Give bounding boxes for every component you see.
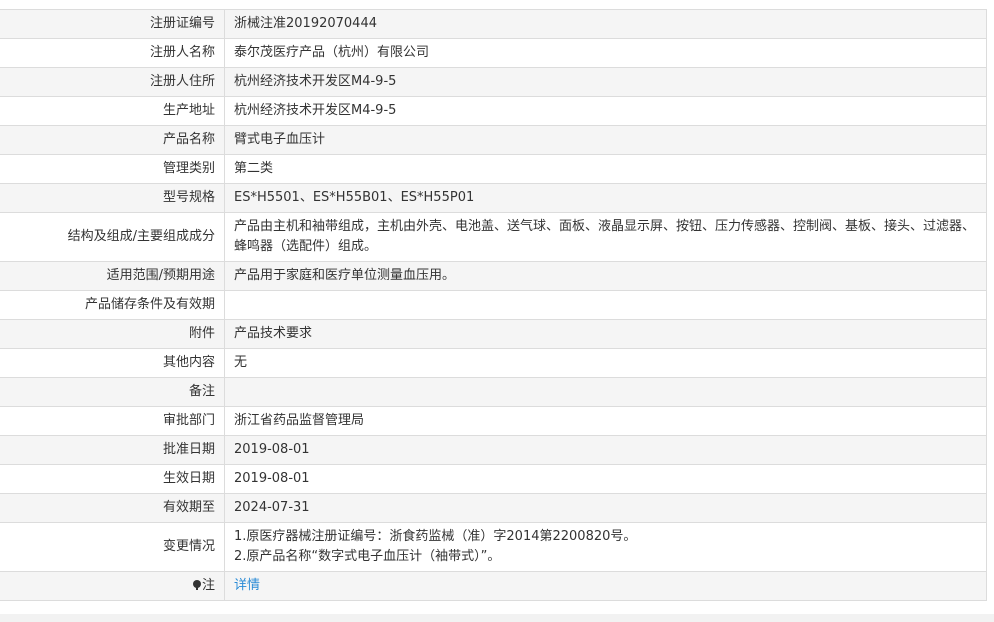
table-row: 有效期至 2024-07-31	[0, 493, 987, 523]
row-label: 注册人住所	[0, 67, 225, 97]
row-value: 产品由主机和袖带组成，主机由外壳、电池盖、送气球、面板、液晶显示屏、按钮、压力传…	[224, 212, 987, 262]
table-row: 结构及组成/主要组成成分 产品由主机和袖带组成，主机由外壳、电池盖、送气球、面板…	[0, 212, 987, 262]
row-label: 产品储存条件及有效期	[0, 290, 225, 320]
row-label: 附件	[0, 319, 225, 349]
page: 注册证编号 浙械注准20192070444 注册人名称 泰尔茂医疗产品（杭州）有…	[0, 0, 994, 622]
row-label: 型号规格	[0, 183, 225, 213]
table-row: 产品储存条件及有效期	[0, 290, 987, 320]
row-label: 其他内容	[0, 348, 225, 378]
details-link[interactable]: 详情	[234, 578, 260, 593]
row-value: ES*H5501、ES*H55B01、ES*H55P01	[224, 183, 987, 213]
table-row: 适用范围/预期用途 产品用于家庭和医疗单位测量血压用。	[0, 261, 987, 291]
row-label: 管理类别	[0, 154, 225, 184]
row-value	[224, 290, 987, 320]
row-label: 生产地址	[0, 96, 225, 126]
row-label: 有效期至	[0, 493, 225, 523]
table-row: 附件 产品技术要求	[0, 319, 987, 349]
table-row: 审批部门 浙江省药品监督管理局	[0, 406, 987, 436]
row-value	[224, 377, 987, 407]
table-row: 其他内容 无	[0, 348, 987, 378]
row-value: 浙江省药品监督管理局	[224, 406, 987, 436]
note-label: 注	[201, 578, 215, 593]
row-label: 产品名称	[0, 125, 225, 155]
table-row: 注册人住所 杭州经济技术开发区M4-9-5	[0, 67, 987, 97]
row-value: 产品用于家庭和医疗单位测量血压用。	[224, 261, 987, 291]
change-line-2: 2.原产品名称“数字式电子血压计（袖带式）”。	[234, 549, 501, 564]
row-value: 浙械注准20192070444	[224, 9, 987, 39]
row-value: 1.原医疗器械注册证编号：浙食药监械（准）字2014第2200820号。 2.原…	[224, 522, 987, 572]
change-line-1: 1.原医疗器械注册证编号：浙食药监械（准）字2014第2200820号。	[234, 529, 637, 544]
row-label: 适用范围/预期用途	[0, 261, 225, 291]
row-value: 2019-08-01	[224, 435, 987, 465]
table-row: 管理类别 第二类	[0, 154, 987, 184]
row-label: 注册证编号	[0, 9, 225, 39]
row-label: 审批部门	[0, 406, 225, 436]
row-value: 杭州经济技术开发区M4-9-5	[224, 67, 987, 97]
row-value: 2024-07-31	[224, 493, 987, 523]
row-label: 注	[0, 571, 225, 601]
bottom-divider	[0, 614, 994, 622]
table-row: 注册人名称 泰尔茂医疗产品（杭州）有限公司	[0, 38, 987, 68]
table-row: 注 详情	[0, 571, 987, 601]
table-row: 生效日期 2019-08-01	[0, 464, 987, 494]
row-value: 杭州经济技术开发区M4-9-5	[224, 96, 987, 126]
row-label: 生效日期	[0, 464, 225, 494]
table-row: 生产地址 杭州经济技术开发区M4-9-5	[0, 96, 987, 126]
table-row: 型号规格 ES*H5501、ES*H55B01、ES*H55P01	[0, 183, 987, 213]
bulb-icon	[192, 580, 201, 590]
row-label: 备注	[0, 377, 225, 407]
table-row: 备注	[0, 377, 987, 407]
table-row: 注册证编号 浙械注准20192070444	[0, 9, 987, 39]
table-row: 产品名称 臂式电子血压计	[0, 125, 987, 155]
row-label: 结构及组成/主要组成成分	[0, 212, 225, 262]
row-label: 批准日期	[0, 435, 225, 465]
row-value: 泰尔茂医疗产品（杭州）有限公司	[224, 38, 987, 68]
table-row: 批准日期 2019-08-01	[0, 435, 987, 465]
row-value: 第二类	[224, 154, 987, 184]
row-value: 无	[224, 348, 987, 378]
row-label: 变更情况	[0, 522, 225, 572]
row-value: 臂式电子血压计	[224, 125, 987, 155]
row-value: 产品技术要求	[224, 319, 987, 349]
table-row: 变更情况 1.原医疗器械注册证编号：浙食药监械（准）字2014第2200820号…	[0, 522, 987, 572]
registration-detail-table: 注册证编号 浙械注准20192070444 注册人名称 泰尔茂医疗产品（杭州）有…	[0, 9, 987, 601]
row-value: 2019-08-01	[224, 464, 987, 494]
row-label: 注册人名称	[0, 38, 225, 68]
row-value: 详情	[224, 571, 987, 601]
